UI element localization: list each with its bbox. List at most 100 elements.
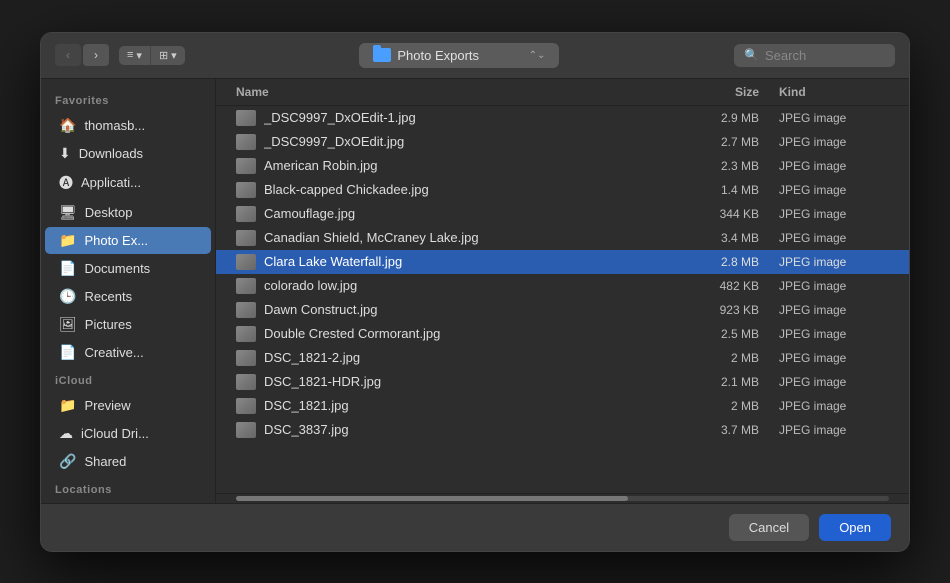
body: Favorites 🏠 thomasb... ⬇ Downloads 🅐 App… bbox=[41, 79, 909, 503]
file-size: 2.5 MB bbox=[669, 327, 759, 341]
file-name: DSC_1821-HDR.jpg bbox=[264, 374, 669, 389]
cancel-button[interactable]: Cancel bbox=[729, 514, 809, 541]
file-name: _DSC9997_DxOEdit.jpg bbox=[264, 134, 669, 149]
list-view-caret: ▾ bbox=[136, 49, 142, 62]
table-row[interactable]: colorado low.jpg 482 KB JPEG image bbox=[216, 274, 909, 298]
chevron-down-icon: ⌃⌄ bbox=[529, 50, 546, 61]
sidebar-label: Downloads bbox=[79, 146, 143, 161]
table-row[interactable]: Black-capped Chickadee.jpg 1.4 MB JPEG i… bbox=[216, 178, 909, 202]
location-pill-button[interactable]: Photo Exports ⌃⌄ bbox=[359, 43, 559, 68]
file-name: DSC_1821-2.jpg bbox=[264, 350, 669, 365]
view-toggle: ≡ ▾ ⊞ ▾ bbox=[119, 46, 185, 65]
table-row[interactable]: Camouflage.jpg 344 KB JPEG image bbox=[216, 202, 909, 226]
sidebar-item-pictures[interactable]: 🖼 Pictures bbox=[45, 311, 211, 338]
file-name: colorado low.jpg bbox=[264, 278, 669, 293]
table-row[interactable]: Double Crested Cormorant.jpg 2.5 MB JPEG… bbox=[216, 322, 909, 346]
open-dialog: ‹ › ≡ ▾ ⊞ ▾ Photo Exports ⌃⌄ 🔍 bbox=[40, 32, 910, 552]
pictures-icon: 🖼 bbox=[59, 316, 77, 333]
list-view-icon: ≡ bbox=[127, 49, 133, 61]
file-icon bbox=[236, 134, 256, 150]
sidebar-label: Documents bbox=[84, 261, 150, 276]
file-size: 2 MB bbox=[669, 351, 759, 365]
file-size: 2.8 MB bbox=[669, 255, 759, 269]
sidebar-label: Preview bbox=[84, 398, 130, 413]
file-size: 3.7 MB bbox=[669, 423, 759, 437]
sidebar-item-desktop[interactable]: 🖥 Desktop bbox=[45, 199, 211, 226]
scrollbar-thumb bbox=[236, 496, 628, 501]
icloud-icon: ☁ bbox=[59, 425, 73, 442]
table-row[interactable]: American Robin.jpg 2.3 MB JPEG image bbox=[216, 154, 909, 178]
file-kind: JPEG image bbox=[759, 183, 889, 197]
home-icon: 🏠 bbox=[59, 117, 76, 134]
file-name: DSC_1821.jpg bbox=[264, 398, 669, 413]
sidebar-item-creative[interactable]: 📄 Creative... bbox=[45, 339, 211, 366]
preview-icon: 📁 bbox=[59, 397, 76, 414]
downloads-icon: ⬇ bbox=[59, 145, 71, 162]
file-name: American Robin.jpg bbox=[264, 158, 669, 173]
sidebar-item-photo-exports[interactable]: 📁 Photo Ex... bbox=[45, 227, 211, 254]
table-row[interactable]: DSC_1821.jpg 2 MB JPEG image bbox=[216, 394, 909, 418]
sidebar-item-thomasb[interactable]: 🏠 thomasb... bbox=[45, 112, 211, 139]
file-panel: Name Size Kind _DSC9997_DxOEdit-1.jpg 2.… bbox=[216, 79, 909, 503]
file-kind: JPEG image bbox=[759, 327, 889, 341]
shared-icon: 🔗 bbox=[59, 453, 76, 470]
back-button[interactable]: ‹ bbox=[55, 44, 81, 66]
file-kind: JPEG image bbox=[759, 351, 889, 365]
file-icon bbox=[236, 278, 256, 294]
list-view-button[interactable]: ≡ ▾ bbox=[119, 46, 151, 65]
table-row[interactable]: DSC_1821-HDR.jpg 2.1 MB JPEG image bbox=[216, 370, 909, 394]
documents-icon: 📄 bbox=[59, 260, 76, 277]
forward-button[interactable]: › bbox=[83, 44, 109, 66]
sidebar-label: Creative... bbox=[84, 345, 143, 360]
file-icon bbox=[236, 254, 256, 270]
sidebar-item-icloud-drive[interactable]: ☁ iCloud Dri... bbox=[45, 420, 211, 447]
file-name: Black-capped Chickadee.jpg bbox=[264, 182, 669, 197]
horizontal-scrollbar[interactable] bbox=[216, 493, 909, 503]
file-size: 2 MB bbox=[669, 399, 759, 413]
file-kind: JPEG image bbox=[759, 255, 889, 269]
sidebar-label: Applicati... bbox=[81, 175, 141, 190]
desktop-icon: 🖥 bbox=[59, 204, 77, 221]
table-row[interactable]: Canadian Shield, McCraney Lake.jpg 3.4 M… bbox=[216, 226, 909, 250]
sidebar-item-downloads[interactable]: ⬇ Downloads bbox=[45, 140, 211, 167]
applications-icon: 🅐 bbox=[59, 173, 73, 193]
grid-view-button[interactable]: ⊞ ▾ bbox=[151, 46, 185, 65]
file-name: Canadian Shield, McCraney Lake.jpg bbox=[264, 230, 669, 245]
file-kind: JPEG image bbox=[759, 231, 889, 245]
file-icon bbox=[236, 350, 256, 366]
file-name: _DSC9997_DxOEdit-1.jpg bbox=[264, 110, 669, 125]
file-name: Double Crested Cormorant.jpg bbox=[264, 326, 669, 341]
table-row[interactable]: DSC_1821-2.jpg 2 MB JPEG image bbox=[216, 346, 909, 370]
file-name: Clara Lake Waterfall.jpg bbox=[264, 254, 669, 269]
file-icon bbox=[236, 206, 256, 222]
recents-icon: 🕒 bbox=[59, 288, 76, 305]
table-row[interactable]: _DSC9997_DxOEdit.jpg 2.7 MB JPEG image bbox=[216, 130, 909, 154]
file-size: 2.9 MB bbox=[669, 111, 759, 125]
file-icon bbox=[236, 398, 256, 414]
table-row[interactable]: Dawn Construct.jpg 923 KB JPEG image bbox=[216, 298, 909, 322]
sidebar-item-shared[interactable]: 🔗 Shared bbox=[45, 448, 211, 475]
file-size: 923 KB bbox=[669, 303, 759, 317]
sidebar-label: iCloud Dri... bbox=[81, 426, 149, 441]
sidebar-item-preview[interactable]: 📁 Preview bbox=[45, 392, 211, 419]
file-icon bbox=[236, 230, 256, 246]
sidebar-item-documents[interactable]: 📄 Documents bbox=[45, 255, 211, 282]
table-row[interactable]: DSC_3837.jpg 3.7 MB JPEG image bbox=[216, 418, 909, 442]
search-input[interactable] bbox=[765, 48, 885, 63]
sidebar-label: Recents bbox=[84, 289, 132, 304]
file-kind: JPEG image bbox=[759, 375, 889, 389]
location-name: Photo Exports bbox=[397, 48, 479, 63]
open-button[interactable]: Open bbox=[819, 514, 891, 541]
sidebar-label: Shared bbox=[84, 454, 126, 469]
file-size: 1.4 MB bbox=[669, 183, 759, 197]
file-size: 2.3 MB bbox=[669, 159, 759, 173]
table-row[interactable]: _DSC9997_DxOEdit-1.jpg 2.9 MB JPEG image bbox=[216, 106, 909, 130]
col-name-header: Name bbox=[236, 85, 669, 99]
file-name: Camouflage.jpg bbox=[264, 206, 669, 221]
file-size: 3.4 MB bbox=[669, 231, 759, 245]
sidebar-label: Desktop bbox=[85, 205, 133, 220]
table-row[interactable]: Clara Lake Waterfall.jpg 2.8 MB JPEG ima… bbox=[216, 250, 909, 274]
sidebar-item-applications[interactable]: 🅐 Applicati... bbox=[45, 168, 211, 198]
sidebar: Favorites 🏠 thomasb... ⬇ Downloads 🅐 App… bbox=[41, 79, 216, 503]
sidebar-item-recents[interactable]: 🕒 Recents bbox=[45, 283, 211, 310]
